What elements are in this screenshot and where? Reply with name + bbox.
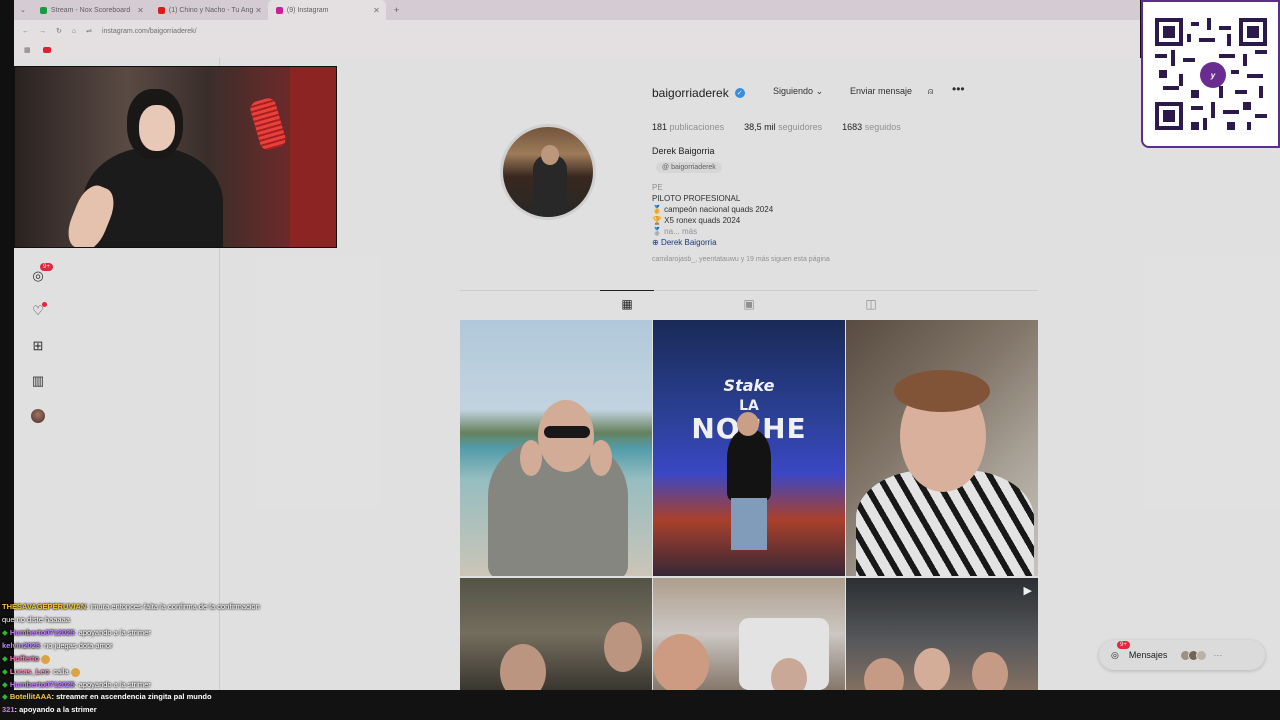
notification-dot xyxy=(42,302,47,307)
chat-overlay: THESAVAGEPERUVIAN: imura entonces falta … xyxy=(0,600,360,695)
messenger-icon: ◎ xyxy=(1111,649,1119,660)
badge-icon: ◆ xyxy=(2,692,10,701)
tab-favicon-icon xyxy=(39,6,47,14)
badge-icon: ◆ xyxy=(2,667,10,676)
emote-icon xyxy=(41,654,51,664)
tab-nox-scoreboard[interactable]: Stream - Nox Scoreboard ✕ xyxy=(32,0,150,20)
yape-qr-code: y xyxy=(1141,0,1280,148)
badge-icon: ◆ xyxy=(2,628,10,637)
username-text: baigorriaderek xyxy=(652,86,729,100)
posts-count: 181 publicaciones xyxy=(652,122,725,132)
tab-youtube[interactable]: (1) Chino y Nacho - Tu Ang ✕ xyxy=(150,0,268,20)
chat-message: ◆ Lucas_Leo: calla xyxy=(0,665,360,678)
url-field[interactable]: instagram.com/baigorriaderek/ xyxy=(102,28,197,35)
post-thumbnail[interactable] xyxy=(460,578,652,690)
profile-bio: PE PILOTO PROFESIONAL 🥇 campeón nacional… xyxy=(652,182,773,248)
badge-icon: ◆ xyxy=(2,680,10,689)
profile-username: baigorriaderek ✓ xyxy=(652,86,745,100)
apps-grid-icon[interactable]: ▦ xyxy=(24,46,31,54)
bookmarks-bar: ▦ xyxy=(14,42,1140,58)
tab-label: Stream - Nox Scoreboard xyxy=(50,6,131,14)
reload-icon[interactable]: ↻ xyxy=(56,27,62,35)
browser-tab-bar: ⌄ Stream - Nox Scoreboard ✕ (1) Chino y … xyxy=(14,0,1140,20)
emote-icon xyxy=(70,667,80,677)
post-thumbnail[interactable]: ▶ xyxy=(846,578,1038,690)
chat-message: 321: apoyando a la strimer xyxy=(2,705,97,714)
bio-link[interactable]: ⊕ Derek Baigorria xyxy=(652,237,773,248)
following-label: Siguiendo xyxy=(773,86,814,96)
stream-screen: ⌄ Stream - Nox Scoreboard ✕ (1) Chino y … xyxy=(0,0,1280,720)
dashboard-icon[interactable]: ▥ xyxy=(30,373,46,389)
bio-line: PE xyxy=(652,183,663,192)
verified-icon: ✓ xyxy=(734,88,745,98)
threads-badge[interactable]: @ baigorriaderek xyxy=(656,162,722,173)
bio-line: PILOTO PROFESIONAL xyxy=(652,194,741,203)
close-icon[interactable]: ✕ xyxy=(137,6,144,15)
chat-message: ◆ BotellitAAA: streamer en ascendencia z… xyxy=(2,692,212,701)
youtube-bookmark-icon[interactable] xyxy=(42,47,51,53)
contact-avatars xyxy=(1180,649,1208,661)
tab-posts-grid-icon[interactable]: ▦ xyxy=(600,290,654,311)
create-plus-icon[interactable]: ⊞ xyxy=(30,338,46,354)
profile-stats: 181 publicaciones 38,5 mil seguidores 16… xyxy=(652,122,901,132)
post-thumbnail[interactable] xyxy=(846,320,1038,576)
chevron-down-icon: ⌄ xyxy=(815,86,824,96)
forward-icon[interactable]: → xyxy=(39,28,46,35)
bottom-chat-bar: ◆ BotellitAAA: streamer en ascendencia z… xyxy=(0,690,1280,720)
chat-message: que no diste haaaaa xyxy=(2,615,70,624)
profile-full-name: Derek Baigorria xyxy=(652,146,715,156)
site-info-icon[interactable]: ⇌ xyxy=(86,27,92,35)
following-button[interactable]: Siguiendo ⌄ xyxy=(773,86,823,97)
profile-picture[interactable] xyxy=(500,124,596,220)
new-tab-icon[interactable]: + xyxy=(386,5,407,15)
badge-icon: ◆ xyxy=(2,654,10,663)
link-icon: ⊕ xyxy=(652,238,661,247)
chat-message: THESAVAGEPERUVIAN: imura entonces falta … xyxy=(2,602,260,611)
bio-more-link[interactable]: 🥈 na... más xyxy=(652,226,773,237)
post-thumbnail[interactable] xyxy=(653,578,845,690)
profile-avatar-icon[interactable] xyxy=(30,408,46,424)
profile-tabs: ▦ ▣ ◫ xyxy=(460,290,1038,320)
add-person-icon[interactable]: ⍝ xyxy=(928,86,933,97)
messages-button[interactable]: ◎ 9+ Mensajes ··· xyxy=(1099,640,1265,670)
tab-reels-icon[interactable]: ▣ xyxy=(742,297,756,311)
post-thumbnail[interactable] xyxy=(460,320,652,576)
bio-line: 🥇 campeón nacional quads 2024 xyxy=(652,205,774,214)
followed-by-text[interactable]: camilarojasb_, yeentatauwu y 19 más sigu… xyxy=(652,256,830,263)
chat-message: ◆ Humberto0712025: apoyando a la strimer xyxy=(2,628,151,637)
more-options-icon[interactable]: ••• xyxy=(952,82,965,96)
tab-tagged-icon[interactable]: ◫ xyxy=(864,297,878,311)
chat-message: kelvin2025: no juegas dota amor xyxy=(2,641,113,650)
tab-favicon-icon xyxy=(157,6,165,14)
tab-favicon-icon xyxy=(275,6,283,14)
yape-logo-icon: y xyxy=(1200,62,1226,88)
back-icon[interactable]: ← xyxy=(22,28,29,35)
close-icon[interactable]: ✕ xyxy=(373,6,380,15)
more-icon: ··· xyxy=(1213,650,1223,660)
threads-handle: baigorriaderek xyxy=(671,164,716,171)
messages-label: Mensajes xyxy=(1128,650,1168,660)
threads-icon: @ xyxy=(662,164,670,171)
microphone-icon xyxy=(248,96,288,152)
tab-label: (1) Chino y Nacho - Tu Ang xyxy=(168,6,254,14)
home-icon[interactable]: ⌂ xyxy=(72,28,76,35)
messenger-icon[interactable]: ◎ 9+ xyxy=(30,263,53,284)
post-thumbnail[interactable]: Stake LA NOCHE xyxy=(653,320,845,576)
followers-count[interactable]: 38,5 mil seguidores xyxy=(744,122,822,132)
tab-instagram[interactable]: (9) Instagram ✕ xyxy=(267,0,386,20)
notification-badge: 9+ xyxy=(40,263,53,271)
tab-list-icon[interactable]: ⌄ xyxy=(14,6,32,14)
following-count[interactable]: 1683 seguidos xyxy=(842,122,901,132)
reel-icon: ▶ xyxy=(1023,585,1032,597)
browser-address-bar: ← → ↻ ⌂ ⇌ instagram.com/baigorriaderek/ xyxy=(14,20,1140,42)
webcam-overlay xyxy=(14,66,337,248)
close-icon[interactable]: ✕ xyxy=(255,6,262,15)
post-brand-text: Stake xyxy=(723,376,775,395)
chat-message: ◆ Hofferto xyxy=(0,652,360,665)
heart-icon[interactable]: ♡ xyxy=(30,302,47,319)
tab-label: (9) Instagram xyxy=(286,6,329,14)
bio-line: 🏆 X5 ronex quads 2024 xyxy=(652,216,741,225)
messages-badge: 9+ xyxy=(1117,641,1130,649)
send-message-button[interactable]: Enviar mensaje xyxy=(850,86,912,96)
